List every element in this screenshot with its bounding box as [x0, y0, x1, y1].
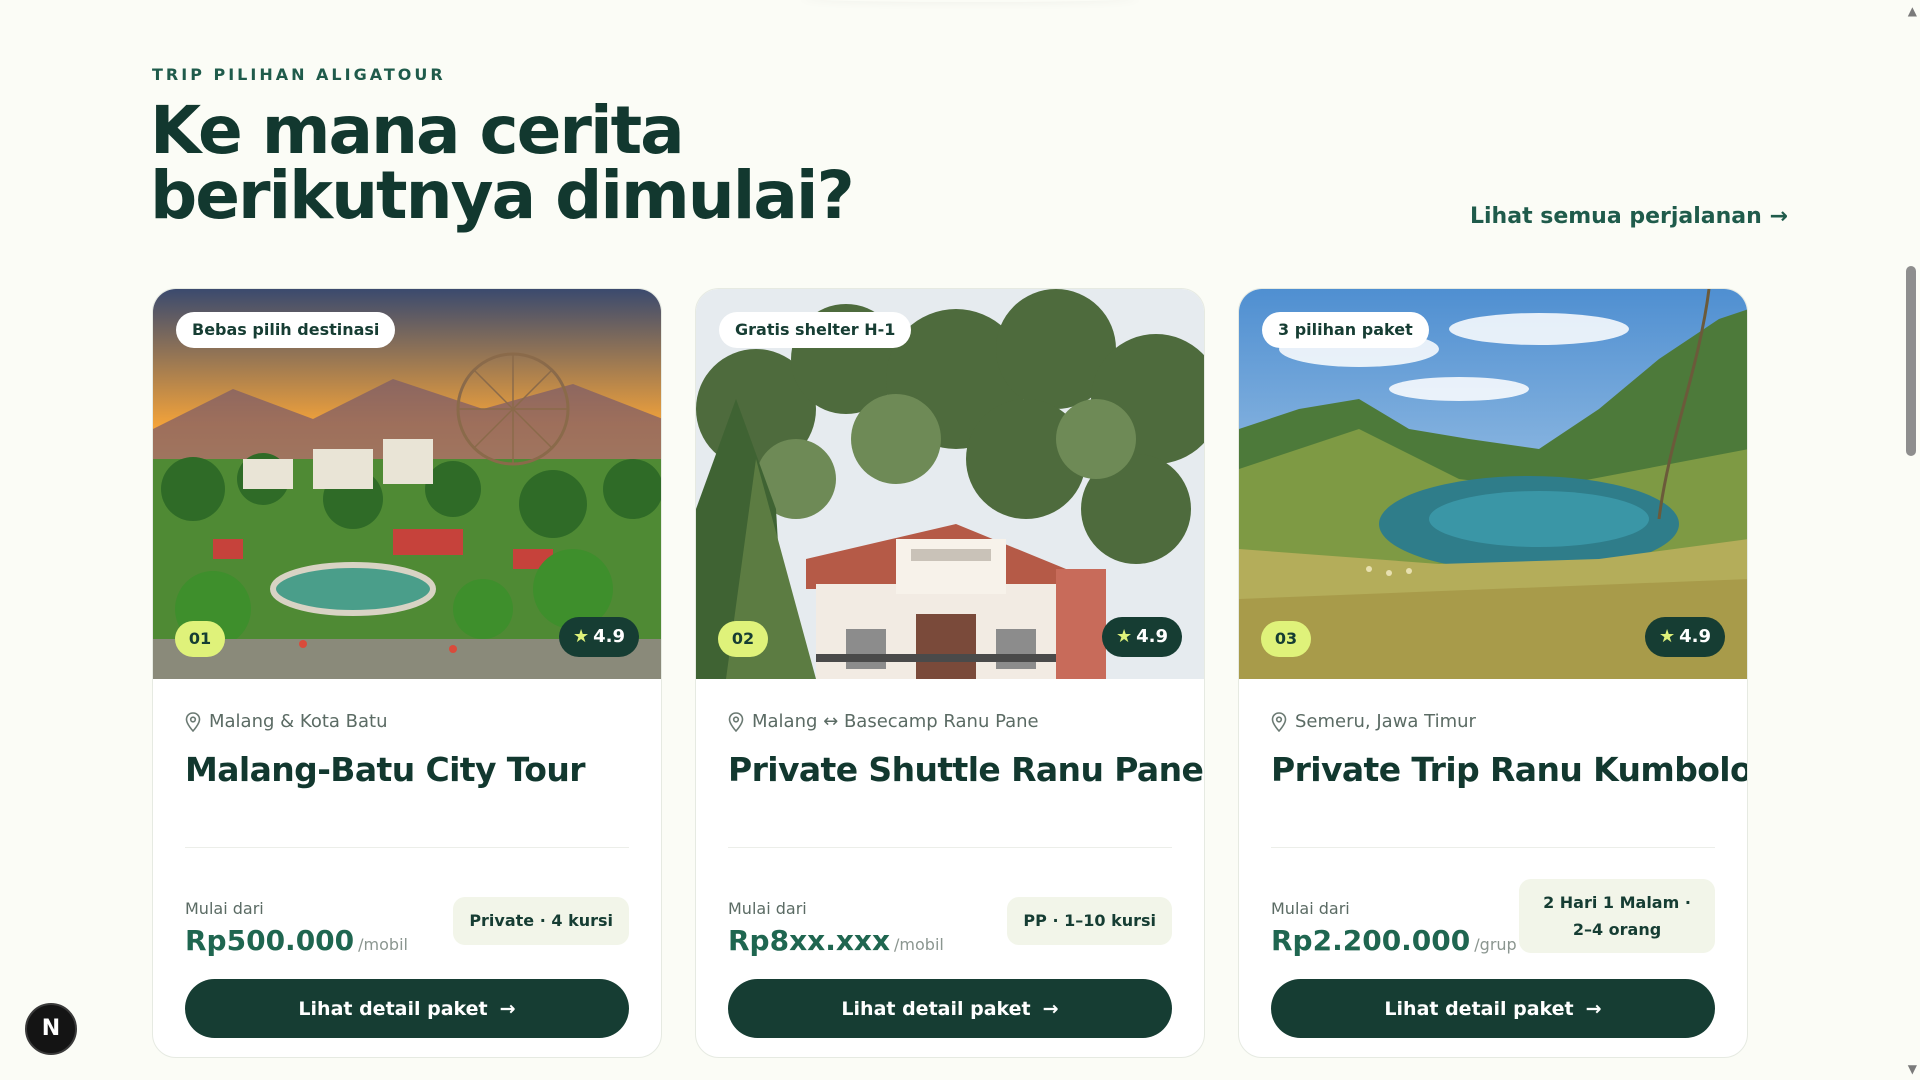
- trip-number-badge: 01: [175, 621, 225, 657]
- price-unit: /mobil: [894, 935, 944, 954]
- view-detail-label: Lihat detail paket: [841, 997, 1031, 1020]
- card-divider: [728, 847, 1172, 848]
- trip-card-body: Malang ↔ Basecamp Ranu Pane Private Shut…: [696, 679, 1204, 1057]
- trip-title: Malang-Batu City Tour: [185, 750, 586, 789]
- trip-title: Private Shuttle Ranu Pane: [728, 750, 1204, 789]
- trip-number-badge: 03: [1261, 621, 1311, 657]
- price-value: Rp2.200.000/grup: [1271, 924, 1517, 957]
- price-value: Rp8xx.xxx/mobil: [728, 924, 944, 957]
- price-amount: Rp8xx.xxx: [728, 924, 891, 957]
- rating-value: 4.9: [1679, 626, 1711, 647]
- trip-location: Malang ↔ Basecamp Ranu Pane: [728, 711, 1172, 732]
- trip-number-badge: 02: [718, 621, 768, 657]
- see-all-trips-link[interactable]: Lihat semua perjalanan →: [1470, 204, 1788, 229]
- price-unit: /mobil: [358, 935, 408, 954]
- arrow-right-icon: →: [1042, 997, 1059, 1020]
- trip-card-malang-batu[interactable]: Bebas pilih destinasi 01 ★ 4.9 Malang & K…: [152, 288, 662, 1058]
- arrow-right-icon: →: [499, 997, 516, 1020]
- trip-tag: Bebas pilih destinasi: [176, 312, 396, 348]
- trip-image-shelter-house: Gratis shelter H-1 02 ★ 4.9: [696, 289, 1204, 679]
- star-icon: ★: [572, 626, 590, 647]
- price-from-label: Mulai dari: [185, 899, 264, 918]
- scroll-up-icon[interactable]: ▲: [1908, 4, 1917, 18]
- price-from-label: Mulai dari: [728, 899, 807, 918]
- scroll-thumb[interactable]: [1906, 266, 1916, 456]
- rating-badge: ★ 4.9: [558, 617, 639, 657]
- map-pin-icon: [1271, 711, 1287, 732]
- rating-value: 4.9: [593, 626, 625, 647]
- section-headline: Ke mana cerita berikutnya dimulai?: [150, 98, 1050, 229]
- trip-image-mountain-lake: 3 pilihan paket 03 ★ 4.9: [1239, 289, 1747, 679]
- rating-badge: ★ 4.9: [1644, 617, 1725, 657]
- trip-location: Malang & Kota Batu: [185, 711, 629, 732]
- price-from-label: Mulai dari: [1271, 899, 1350, 918]
- arrow-right-icon: →: [1585, 997, 1602, 1020]
- rating-badge: ★ 4.9: [1101, 617, 1182, 657]
- scroll-down-icon[interactable]: ▼: [1908, 1062, 1917, 1076]
- trip-info-pill: 2 Hari 1 Malam · 2–4 orang: [1519, 879, 1715, 953]
- page-scrollbar[interactable]: ▲ ▼: [1902, 0, 1920, 1080]
- price-amount: Rp2.200.000: [1271, 924, 1471, 957]
- view-detail-label: Lihat detail paket: [1384, 997, 1574, 1020]
- star-icon: ★: [1115, 626, 1133, 647]
- view-detail-button[interactable]: Lihat detail paket →: [728, 979, 1172, 1038]
- card-divider: [1271, 847, 1715, 848]
- map-pin-icon: [728, 711, 744, 732]
- view-detail-button[interactable]: Lihat detail paket →: [1271, 979, 1715, 1038]
- trip-image-city-park: Bebas pilih destinasi 01 ★ 4.9: [153, 289, 661, 679]
- trip-location-text: Malang ↔ Basecamp Ranu Pane: [752, 711, 1039, 732]
- trip-tag: 3 pilihan paket: [1262, 312, 1429, 348]
- trip-location-text: Semeru, Jawa Timur: [1295, 711, 1476, 732]
- trip-card-body: Malang & Kota Batu Malang-Batu City Tour…: [153, 679, 661, 1057]
- top-shadow: [800, 0, 1140, 2]
- view-detail-button[interactable]: Lihat detail paket →: [185, 979, 629, 1038]
- price-block: Mulai dari Rp2.200.000/grup: [1271, 899, 1517, 957]
- floating-n-badge[interactable]: N: [25, 1003, 77, 1055]
- view-detail-label: Lihat detail paket: [298, 997, 488, 1020]
- rating-value: 4.9: [1136, 626, 1168, 647]
- trip-info-pill: PP · 1–10 kursi: [1007, 897, 1172, 945]
- trip-card-ranu-kumbolo[interactable]: 3 pilihan paket 03 ★ 4.9 Semeru, Jawa Tim…: [1238, 288, 1748, 1058]
- section-eyebrow: TRIP PILIHAN ALIGATOUR: [152, 65, 446, 84]
- trip-card-ranu-pane[interactable]: Gratis shelter H-1 02 ★ 4.9 Malang ↔ Base…: [695, 288, 1205, 1058]
- headline-line-2: berikutnya dimulai?: [150, 157, 855, 234]
- star-icon: ★: [1658, 626, 1676, 647]
- trip-tag: Gratis shelter H-1: [719, 312, 912, 348]
- trip-title: Private Trip Ranu Kumbolo: [1271, 750, 1748, 789]
- price-amount: Rp500.000: [185, 924, 355, 957]
- card-divider: [185, 847, 629, 848]
- price-unit: /grup: [1474, 935, 1517, 954]
- trip-card-body: Semeru, Jawa Timur Private Trip Ranu Kum…: [1239, 679, 1748, 1057]
- price-block: Mulai dari Rp8xx.xxx/mobil: [728, 899, 944, 957]
- price-block: Mulai dari Rp500.000/mobil: [185, 899, 408, 957]
- trip-location: Semeru, Jawa Timur: [1271, 711, 1715, 732]
- trip-info-pill: Private · 4 kursi: [453, 897, 629, 945]
- map-pin-icon: [185, 711, 201, 732]
- trip-location-text: Malang & Kota Batu: [209, 711, 388, 732]
- price-value: Rp500.000/mobil: [185, 924, 408, 957]
